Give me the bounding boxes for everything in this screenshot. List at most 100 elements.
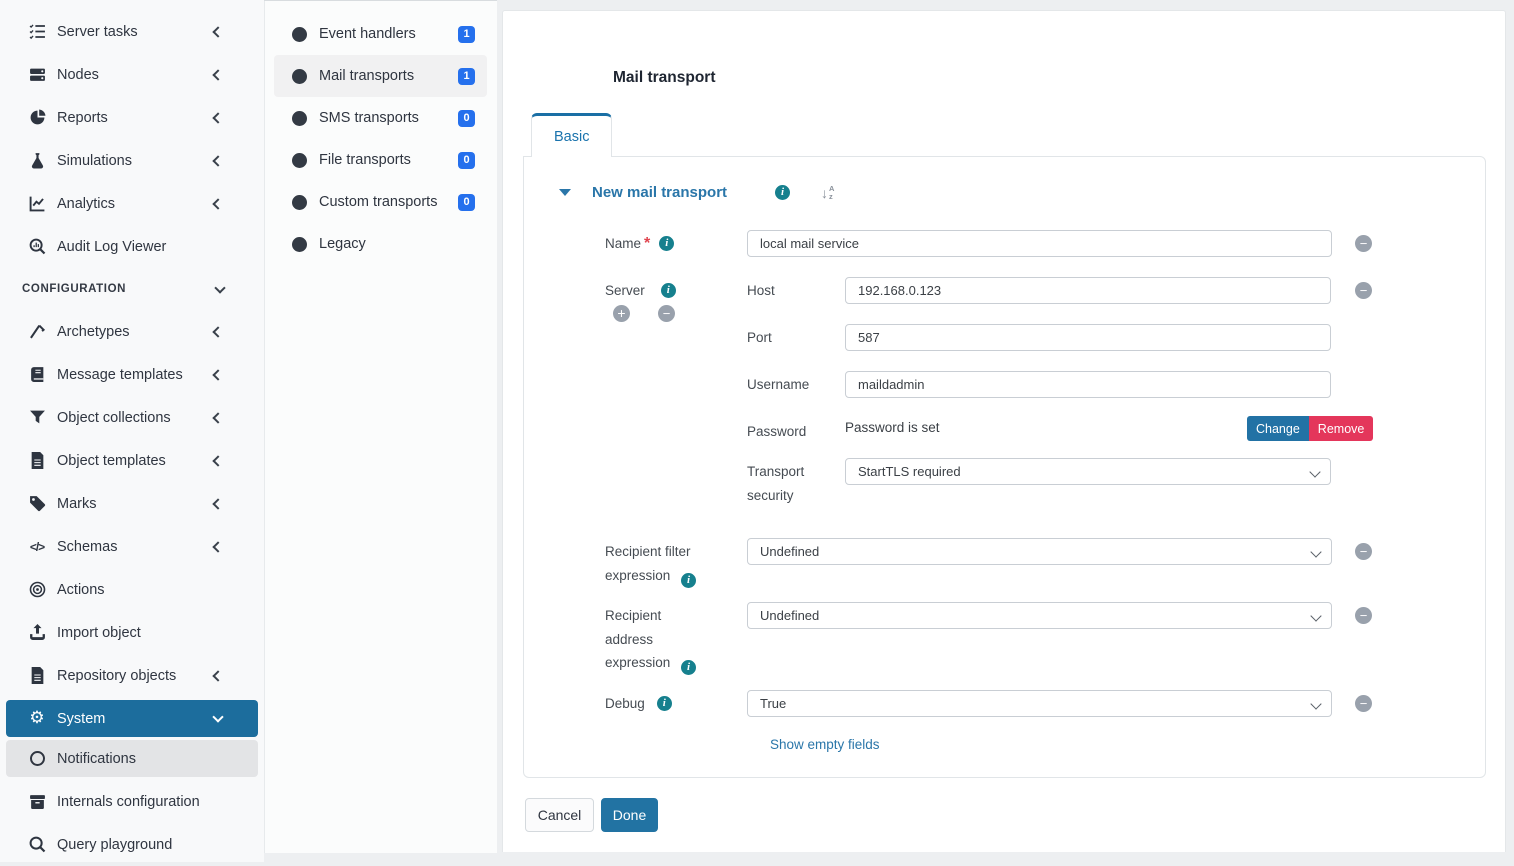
sidebar-item-object-collections[interactable]: Object collections [0,396,264,439]
username-input[interactable] [845,371,1331,398]
chevron-left-icon [212,326,223,337]
recipient-address-select[interactable]: Undefined [747,602,1332,629]
sidebar-item-label: Repository objects [57,668,214,684]
sidebar-item-object-templates[interactable]: Object templates [0,439,264,482]
chevron-left-icon [212,198,223,209]
change-password-button[interactable]: Change [1247,416,1309,441]
info-icon[interactable] [775,185,790,200]
funnel-icon [26,409,48,426]
sidebar-item-import-object[interactable]: Import object [0,611,264,654]
sidebar-item-label: System [57,711,214,727]
recipient-filter-select[interactable]: Undefined [747,538,1332,565]
sidebar-item-repository-objects[interactable]: Repository objects [0,654,264,697]
host-input[interactable] [845,277,1331,304]
transport-security-select[interactable]: StartTLS required [845,458,1331,485]
main-panel: Mail transport Basic New mail transport … [502,10,1506,852]
list-item-event-handlers[interactable]: Event handlers 1 [274,13,487,55]
show-empty-fields-link[interactable]: Show empty fields [770,737,880,752]
sort-arrow: ↓ [821,186,828,200]
cancel-button[interactable]: Cancel [525,798,594,832]
minus-circle-icon[interactable] [1355,543,1372,560]
name-input[interactable] [747,230,1332,257]
audit-log-icon [26,238,48,255]
chart-line-icon [26,195,48,212]
list-item-label: File transports [319,152,458,168]
host-label: Host [747,279,775,303]
sidebar-item-schemas[interactable]: </> Schemas [0,525,264,568]
sort-alpha-icon[interactable]: ↓ Az [821,185,834,201]
recipient-address-value: Undefined [760,608,819,623]
info-icon[interactable] [661,283,676,298]
minus-circle-icon[interactable] [1355,607,1372,624]
sidebar-item-label: Object collections [57,410,214,426]
chevron-left-icon [212,369,223,380]
gear-icon: ⚙ [26,710,48,727]
upload-icon [26,624,48,641]
tab-label: Basic [554,129,589,145]
tab-basic[interactable]: Basic [531,113,612,157]
info-icon[interactable] [681,573,696,588]
info-icon[interactable] [657,696,672,711]
sidebar-item-query-playground[interactable]: Query playground [0,823,264,866]
count-badge: 0 [458,110,475,127]
list-item-custom-transports[interactable]: Custom transports 0 [274,181,487,223]
info-icon[interactable] [659,236,674,251]
minus-circle-icon[interactable] [658,305,675,322]
sidebar-item-label: Message templates [57,367,214,383]
plus-circle-icon[interactable] [613,305,630,322]
list-item-sms-transports[interactable]: SMS transports 0 [274,97,487,139]
sidebar-item-system[interactable]: ⚙ System [6,700,258,737]
form-header[interactable]: New mail transport [592,184,727,201]
server-label: Server [605,279,645,303]
chevron-left-icon [212,155,223,166]
minus-circle-icon[interactable] [1355,695,1372,712]
sidebar-item-message-templates[interactable]: Message templates [0,353,264,396]
chevron-left-icon [212,26,223,37]
list-item-file-transports[interactable]: File transports 0 [274,139,487,181]
required-mark: * [644,235,650,253]
sidebar-item-server-tasks[interactable]: Server tasks [0,10,264,53]
port-label: Port [747,326,772,350]
minus-circle-icon[interactable] [1355,282,1372,299]
sidebar-item-simulations[interactable]: Simulations [0,139,264,182]
book-icon [26,366,48,383]
chevron-left-icon [212,498,223,509]
sidebar-item-label: Actions [57,582,222,598]
info-icon[interactable] [681,660,696,675]
list-item-label: SMS transports [319,110,458,126]
sidebar-item-reports[interactable]: Reports [0,96,264,139]
chevron-down-icon [214,282,225,293]
sidebar-item-label: Notifications [57,751,222,767]
caret-down-icon[interactable] [559,189,571,196]
list-item-mail-transports[interactable]: Mail transports 1 [274,55,487,97]
sidebar-item-label: Server tasks [57,24,214,40]
sidebar-item-label: Query playground [57,837,222,853]
sidebar-item-archetypes[interactable]: Archetypes [0,310,264,353]
transport-security-label: Transport security [747,460,839,507]
port-input[interactable] [845,324,1331,351]
done-button[interactable]: Done [601,798,658,832]
sidebar-item-notifications[interactable]: Notifications [6,740,258,777]
sidebar-item-audit-log-viewer[interactable]: Audit Log Viewer [0,225,264,268]
username-label: Username [747,373,809,397]
circle-icon [292,69,307,84]
list-item-label: Legacy [319,236,475,252]
archive-icon [26,793,48,810]
count-badge: 1 [458,68,475,85]
minus-circle-icon[interactable] [1355,235,1372,252]
sidebar-item-actions[interactable]: Actions [0,568,264,611]
pie-chart-icon [26,109,48,126]
sidebar-item-marks[interactable]: Marks [0,482,264,525]
sidebar-item-analytics[interactable]: Analytics [0,182,264,225]
list-item-legacy[interactable]: Legacy [274,223,487,265]
sidebar-item-internals-configuration[interactable]: Internals configuration [0,780,264,823]
page-title: Mail transport [613,69,715,87]
chevron-left-icon [212,541,223,552]
remove-password-button[interactable]: Remove [1309,416,1374,441]
list-item-label: Custom transports [319,194,458,210]
debug-select[interactable]: True [747,690,1332,717]
sidebar-section-configuration[interactable]: CONFIGURATION [0,268,264,310]
transport-security-value: StartTLS required [858,464,961,479]
name-label: Name [605,232,641,256]
sidebar-item-nodes[interactable]: Nodes [0,53,264,96]
